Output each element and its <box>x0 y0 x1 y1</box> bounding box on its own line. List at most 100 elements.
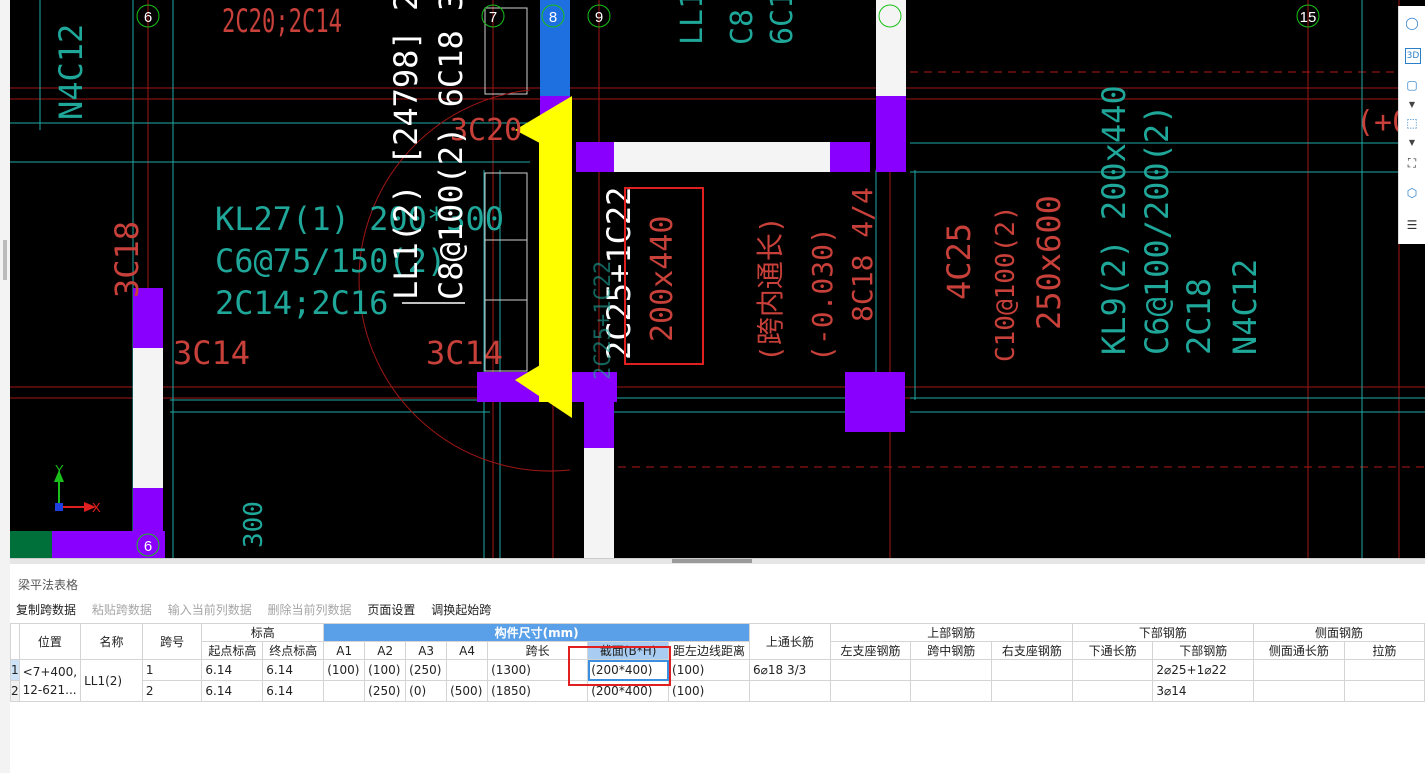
section-cell[interactable]: (200*400) <box>587 680 670 702</box>
page-setup-button[interactable]: 页面设置 <box>367 603 415 617</box>
side-through-cell[interactable] <box>1253 659 1345 681</box>
right-support-cell[interactable] <box>991 659 1073 681</box>
view-3d-icon[interactable]: 3D <box>1405 48 1421 64</box>
col-elevation[interactable]: 标高 <box>201 623 325 642</box>
view-cube-icon[interactable]: ⬡ <box>1403 184 1421 202</box>
position-cell[interactable]: <7+400, 12-621... <box>18 659 82 702</box>
side-through-cell[interactable] <box>1253 680 1345 702</box>
cad-text-kl9-3: 2C18 <box>1180 278 1218 355</box>
left-strip-handle[interactable] <box>3 240 7 280</box>
col-side-through[interactable]: 侧面通长筋 <box>1253 641 1345 660</box>
bottom-through-cell[interactable] <box>1071 680 1154 702</box>
fit-extent-icon[interactable]: ⛶ <box>1403 154 1421 172</box>
orbit-icon[interactable]: ◯ <box>1403 14 1421 32</box>
col-dist-left[interactable]: 距左边线距离 <box>668 641 750 660</box>
cad-text-3c14-b: 3C14 <box>426 334 503 372</box>
row-number[interactable]: 1 <box>10 659 20 681</box>
col-top-through[interactable]: 上通长筋 <box>749 623 831 660</box>
col-a2[interactable]: A2 <box>364 641 407 660</box>
cad-text-ll1-1: LL1(2) [24798] 200*400 <box>387 0 425 300</box>
name-cell[interactable]: LL1(2) <box>80 659 143 702</box>
cad-viewport[interactable]: 6 7 8 9 15 6 2C20;2C14 N4C12 3C18 3C14 3C14 3… <box>10 0 1425 558</box>
bottom-bar-cell[interactable]: 3⌀14 <box>1152 680 1255 702</box>
swap-start-span-button[interactable]: 调换起始跨 <box>431 603 491 617</box>
a2-cell[interactable]: (250) <box>364 680 407 702</box>
a3-cell[interactable]: (0) <box>405 680 448 702</box>
bottom-through-cell[interactable] <box>1071 659 1154 681</box>
span-length-cell[interactable]: (1300) <box>487 659 589 681</box>
end-elev-cell[interactable]: 6.14 <box>262 680 325 702</box>
splitter-grip[interactable] <box>672 559 752 563</box>
delete-column-button[interactable]: 删除当前列数据 <box>268 603 352 617</box>
a1-cell[interactable] <box>323 680 366 702</box>
start-elev-cell[interactable]: 6.14 <box>201 659 264 681</box>
span-cell[interactable]: 2 <box>141 680 203 702</box>
col-name[interactable]: 名称 <box>80 623 143 660</box>
col-section[interactable]: 截面(B*H) <box>587 641 670 660</box>
col-a3[interactable]: A3 <box>405 641 448 660</box>
col-top-rebar[interactable]: 上部钢筋 <box>829 623 1073 642</box>
left-support-cell[interactable] <box>829 680 912 702</box>
col-side-rebar[interactable]: 侧面钢筋 <box>1253 623 1425 642</box>
col-a1[interactable]: A1 <box>323 641 366 660</box>
a4-cell[interactable] <box>446 659 489 681</box>
col-a4[interactable]: A4 <box>446 641 489 660</box>
col-start-elev[interactable]: 起点标高 <box>201 641 264 660</box>
col-tie-bar[interactable]: 拉筋 <box>1343 641 1425 660</box>
mid-span-cell[interactable] <box>910 659 993 681</box>
left-support-cell[interactable] <box>829 659 912 681</box>
cube-front-icon[interactable]: ▢ <box>1403 76 1421 94</box>
top-through-cell[interactable] <box>749 680 831 702</box>
cad-text-kl9-4: N4C12 <box>1226 259 1264 355</box>
span-cell[interactable]: 1 <box>141 659 203 681</box>
tie-bar-cell[interactable] <box>1343 659 1425 681</box>
table-row[interactable]: 2 2 6.14 6.14 (250) (0) (500) (1850) (20… <box>10 680 1425 702</box>
col-span-no[interactable]: 跨号 <box>141 623 203 660</box>
chevron-down-icon-2[interactable]: ▼ <box>1403 134 1421 152</box>
a2-cell[interactable]: (100) <box>364 659 407 681</box>
a1-cell[interactable]: (100) <box>323 659 366 681</box>
header-row-2: 起点标高 终点标高 A1 A2 A3 A4 跨长 截面(B*H) 距左边线距离 … <box>11 641 1425 660</box>
chevron-down-icon[interactable]: ▼ <box>1403 96 1421 114</box>
col-bottom-bar[interactable]: 下部钢筋 <box>1152 641 1255 660</box>
span-length-cell[interactable]: (1850) <box>487 680 589 702</box>
dist-left-cell[interactable]: (100) <box>668 659 750 681</box>
col-position[interactable]: 位置 <box>18 623 82 660</box>
right-support-cell[interactable] <box>991 680 1073 702</box>
input-column-button[interactable]: 输入当前列数据 <box>168 603 252 617</box>
start-elev-cell[interactable]: 6.14 <box>201 680 264 702</box>
a3-cell[interactable]: (250) <box>405 659 448 681</box>
axis-label-6: 6 <box>144 538 152 555</box>
bottom-bar-cell[interactable]: 2⌀25+1⌀22 <box>1152 659 1255 681</box>
col-bottom-through[interactable]: 下通长筋 <box>1071 641 1154 660</box>
cad-drawing[interactable]: 6 7 8 9 15 6 2C20;2C14 N4C12 3C18 3C14 3C14 3… <box>10 0 1425 558</box>
properties-icon[interactable]: ☰ <box>1403 216 1421 234</box>
cad-text-250x600: 250x600 <box>1030 195 1068 330</box>
section-cell[interactable]: (200*400) <box>587 659 670 681</box>
col-mid-span[interactable]: 跨中钢筋 <box>910 641 993 660</box>
col-left-support[interactable]: 左支座钢筋 <box>829 641 912 660</box>
a4-cell[interactable]: (500) <box>446 680 489 702</box>
table-row[interactable]: 1 <7+400, 12-621... LL1(2) 1 6.14 6.14 (1… <box>10 659 1425 702</box>
beam-table: 位置 名称 跨号 标高 构件尺寸(mm) 上通长筋 上部钢筋 下部钢筋 侧面钢筋… <box>10 623 1425 702</box>
tie-bar-cell[interactable] <box>1343 680 1425 702</box>
col-size-group[interactable]: 构件尺寸(mm) <box>323 623 750 642</box>
col-span-length[interactable]: 跨长 <box>487 641 589 660</box>
axis-label-8: 8 <box>549 9 557 26</box>
cad-text-ll1-top: LL1 <box>675 0 710 45</box>
copy-span-button[interactable]: 复制跨数据 <box>16 603 76 617</box>
cad-text-0030: (-0.030) <box>806 227 839 362</box>
row-number[interactable]: 2 <box>10 680 20 702</box>
cube-iso-icon[interactable]: ⬚ <box>1403 114 1421 132</box>
position-line-1: <7+400, <box>22 664 78 679</box>
selected-beam-highlight[interactable] <box>515 96 572 418</box>
col-right-support[interactable]: 右支座钢筋 <box>991 641 1073 660</box>
ucs-y-label: Y <box>55 462 64 477</box>
top-through-cell[interactable]: 6⌀18 3/3 <box>749 659 831 681</box>
mid-span-cell[interactable] <box>910 680 993 702</box>
paste-span-button[interactable]: 粘贴跨数据 <box>92 603 152 617</box>
col-end-elev[interactable]: 终点标高 <box>262 641 325 660</box>
col-bottom-rebar[interactable]: 下部钢筋 <box>1071 623 1255 642</box>
dist-left-cell[interactable]: (100) <box>668 680 750 702</box>
end-elev-cell[interactable]: 6.14 <box>262 659 325 681</box>
